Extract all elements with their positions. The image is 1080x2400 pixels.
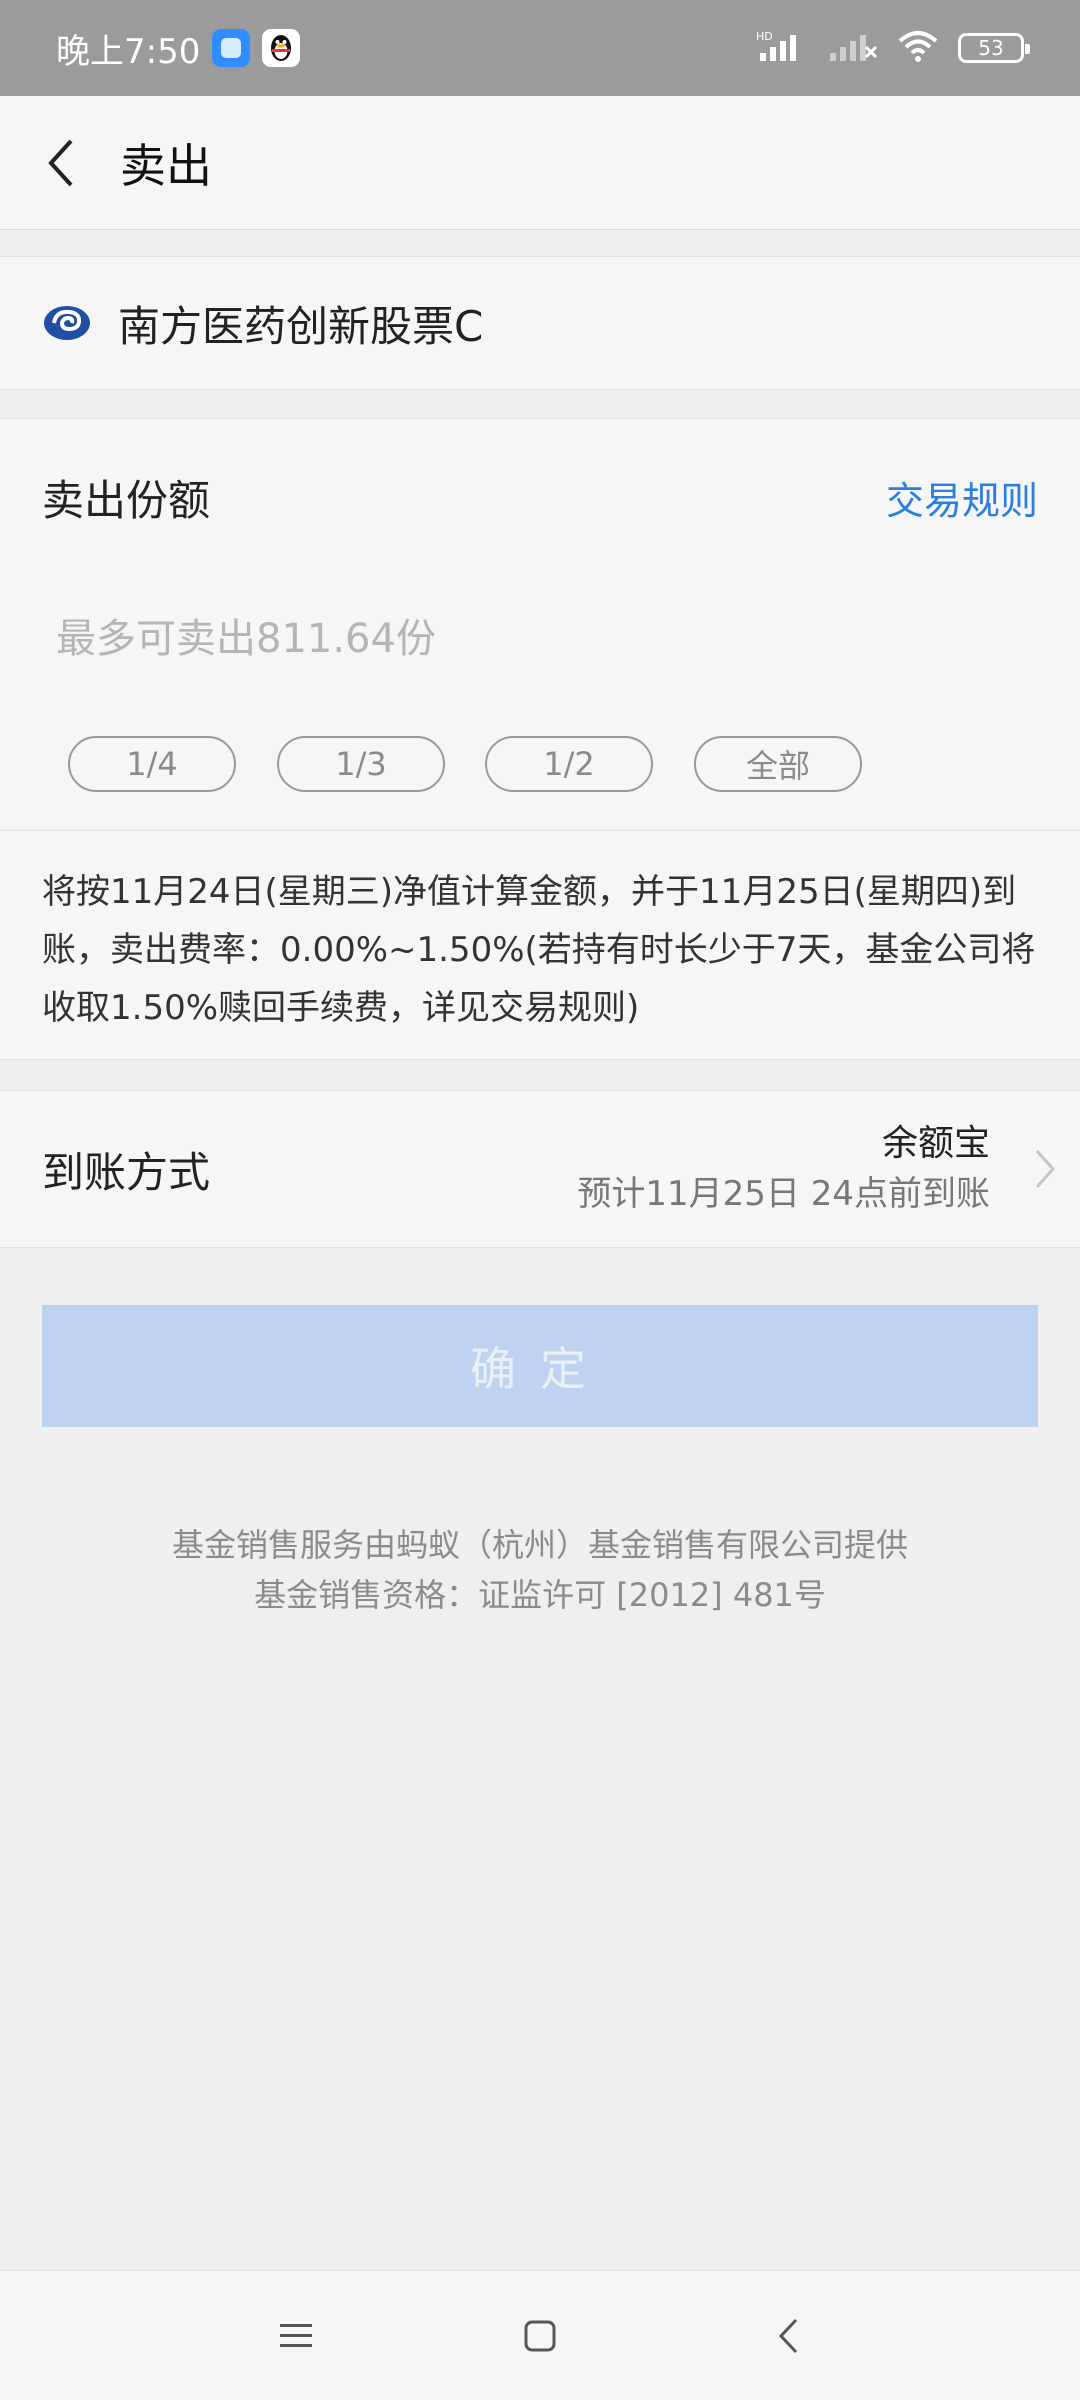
arrival-method-row[interactable]: 到账方式 余额宝 预计11月25日 24点前到账 [0, 1090, 1080, 1248]
menu-button[interactable] [266, 2306, 326, 2366]
fund-company-logo-icon [44, 306, 90, 340]
signal-noservice-icon [826, 29, 878, 67]
svg-text:HD: HD [756, 30, 773, 43]
wifi-icon [896, 29, 940, 67]
confirm-button[interactable]: 确定 [42, 1305, 1038, 1427]
fund-row: 南方医药创新股票C [0, 256, 1080, 390]
arrival-method-value: 余额宝 [881, 1123, 990, 1164]
system-nav-bar [0, 2270, 1080, 2400]
sell-amount-input[interactable] [42, 604, 1038, 674]
fund-name: 南方医药创新股票C [118, 301, 484, 351]
sell-notice: 将按11月24日(星期三)净值计算金额，并于11月25日(星期四)到账，卖出费率… [0, 830, 1080, 1060]
arrival-estimate: 预计11月25日 24点前到账 [577, 1174, 990, 1214]
menu-icon [280, 2324, 312, 2347]
home-square-icon [524, 2320, 556, 2352]
status-time: 晚上7:50 [56, 31, 201, 72]
home-button[interactable] [510, 2306, 570, 2366]
back-button[interactable] [0, 96, 120, 230]
system-back-icon [778, 2318, 798, 2354]
status-bar: 晚上7:50 HD 53 [0, 0, 1080, 96]
sell-amount-label: 卖出份额 [42, 476, 211, 525]
signal-hd-icon: HD [756, 29, 808, 67]
back-arrow-icon [48, 139, 73, 186]
header: 卖出 [0, 96, 1080, 230]
arrival-method-label: 到账方式 [42, 1147, 211, 1197]
chevron-right-icon [1035, 1150, 1056, 1188]
battery-icon: 53 [958, 33, 1030, 63]
notification-app-icon [212, 29, 251, 67]
notice-text: 将按11月24日(星期三)净值计算金额，并于11月25日(星期四)到账，卖出费率… [42, 872, 1036, 1028]
fraction-quarter-button[interactable]: 1/4 [68, 736, 236, 792]
footer-disclaimer: 基金销售服务由蚂蚁（杭州）基金销售有限公司提供 基金销售资格：证监许可 [201… [0, 1520, 1080, 1620]
page-title: 卖出 [120, 138, 212, 193]
trading-rules-link[interactable]: 交易规则 [886, 470, 1038, 525]
footer-line-2: 基金销售资格：证监许可 [2012] 481号 [254, 1576, 826, 1614]
qq-penguin-icon [262, 29, 301, 67]
footer-line-1: 基金销售服务由蚂蚁（杭州）基金销售有限公司提供 [171, 1526, 908, 1564]
fraction-half-button[interactable]: 1/2 [485, 736, 653, 792]
system-back-button[interactable] [758, 2306, 818, 2366]
fraction-third-button[interactable]: 1/3 [277, 736, 445, 792]
fraction-all-button[interactable]: 全部 [694, 736, 862, 792]
